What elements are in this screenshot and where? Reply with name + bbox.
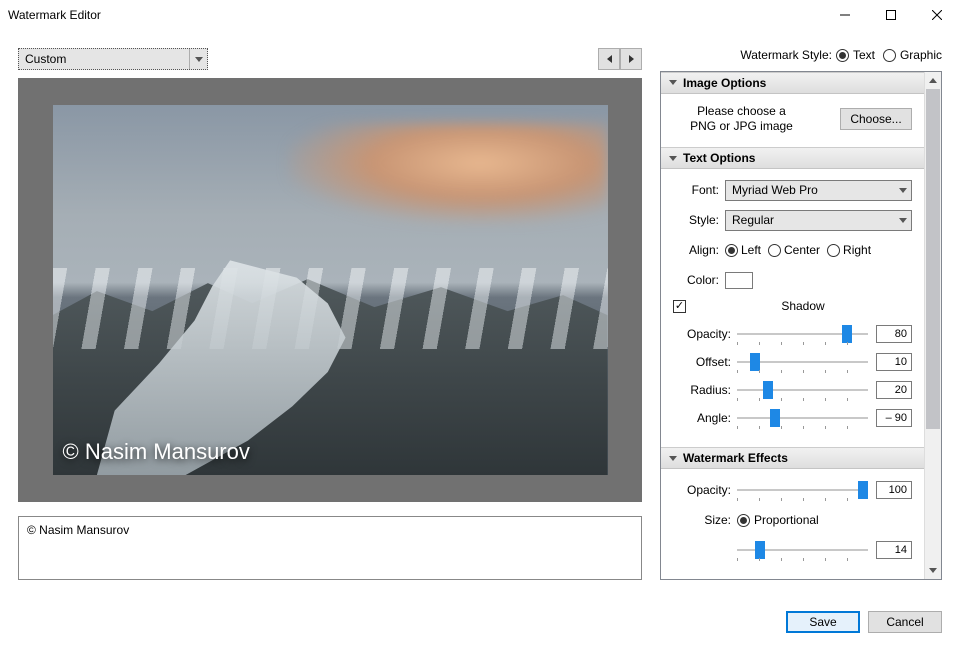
caption-value: © Nasim Mansurov	[27, 523, 129, 537]
style-text-label: Text	[853, 48, 875, 62]
image-options-header[interactable]: Image Options	[661, 72, 924, 94]
scroll-thumb[interactable]	[926, 89, 940, 429]
size-slider[interactable]	[737, 540, 868, 560]
text-options-header[interactable]: Text Options	[661, 147, 924, 169]
disclosure-icon	[669, 156, 677, 161]
align-center-radio[interactable]	[768, 244, 781, 257]
shadow-checkbox[interactable]	[673, 300, 686, 313]
triangle-left-icon	[607, 55, 612, 63]
align-label: Align:	[673, 243, 725, 257]
save-button[interactable]: Save	[786, 611, 860, 633]
shadow-angle-value[interactable]: – 90	[876, 409, 912, 427]
watermark-overlay-text: © Nasim Mansurov	[63, 439, 250, 465]
shadow-angle-slider[interactable]	[737, 408, 868, 428]
font-label: Font:	[673, 183, 725, 197]
shadow-opacity-label: Opacity:	[673, 327, 737, 341]
choose-image-button[interactable]: Choose...	[840, 108, 912, 130]
font-style-select[interactable]: Regular	[725, 210, 912, 231]
watermark-text-input[interactable]: © Nasim Mansurov	[18, 516, 642, 580]
watermark-style-label: Watermark Style:	[740, 48, 832, 62]
size-label: Size:	[673, 513, 737, 527]
effects-opacity-value[interactable]: 100	[876, 481, 912, 499]
maximize-button[interactable]	[868, 0, 914, 30]
preview-image: © Nasim Mansurov	[53, 105, 608, 475]
shadow-offset-value[interactable]: 10	[876, 353, 912, 371]
color-label: Color:	[673, 273, 725, 287]
prev-image-button[interactable]	[598, 48, 620, 70]
shadow-angle-label: Angle:	[673, 411, 737, 425]
shadow-label: Shadow	[694, 299, 912, 313]
close-button[interactable]	[914, 0, 960, 30]
style-graphic-label: Graphic	[900, 48, 942, 62]
titlebar: Watermark Editor	[0, 0, 960, 30]
panel-scrollbar[interactable]	[924, 72, 941, 579]
chevron-down-icon	[189, 49, 207, 69]
shadow-radius-value[interactable]: 20	[876, 381, 912, 399]
triangle-right-icon	[629, 55, 634, 63]
style-label: Style:	[673, 213, 725, 227]
preset-value: Custom	[25, 52, 66, 66]
chevron-down-icon	[894, 181, 911, 200]
shadow-offset-label: Offset:	[673, 355, 737, 369]
preview-frame: © Nasim Mansurov	[18, 78, 642, 502]
shadow-radius-slider[interactable]	[737, 380, 868, 400]
watermark-effects-header[interactable]: Watermark Effects	[661, 447, 924, 469]
disclosure-icon	[669, 80, 677, 85]
next-image-button[interactable]	[620, 48, 642, 70]
disclosure-icon	[669, 456, 677, 461]
scroll-up-arrow[interactable]	[925, 72, 941, 89]
scroll-down-arrow[interactable]	[925, 562, 941, 579]
shadow-opacity-value[interactable]: 80	[876, 325, 912, 343]
window-title: Watermark Editor	[8, 8, 822, 22]
style-graphic-radio[interactable]	[883, 49, 896, 62]
preset-select[interactable]: Custom	[18, 48, 208, 70]
shadow-radius-label: Radius:	[673, 383, 737, 397]
color-swatch[interactable]	[725, 272, 753, 289]
size-value[interactable]: 14	[876, 541, 912, 559]
align-right-radio[interactable]	[827, 244, 840, 257]
image-options-hint: Please choose a PNG or JPG image	[673, 104, 810, 135]
options-panel: Image Options Please choose a PNG or JPG…	[660, 71, 942, 580]
style-text-radio[interactable]	[836, 49, 849, 62]
align-left-radio[interactable]	[725, 244, 738, 257]
cancel-button[interactable]: Cancel	[868, 611, 942, 633]
footer: Save Cancel	[0, 598, 960, 646]
shadow-offset-slider[interactable]	[737, 352, 868, 372]
size-proportional-radio[interactable]	[737, 514, 750, 527]
effects-opacity-label: Opacity:	[673, 483, 737, 497]
font-select[interactable]: Myriad Web Pro	[725, 180, 912, 201]
minimize-button[interactable]	[822, 0, 868, 30]
shadow-opacity-slider[interactable]	[737, 324, 868, 344]
effects-opacity-slider[interactable]	[737, 480, 868, 500]
chevron-down-icon	[894, 211, 911, 230]
